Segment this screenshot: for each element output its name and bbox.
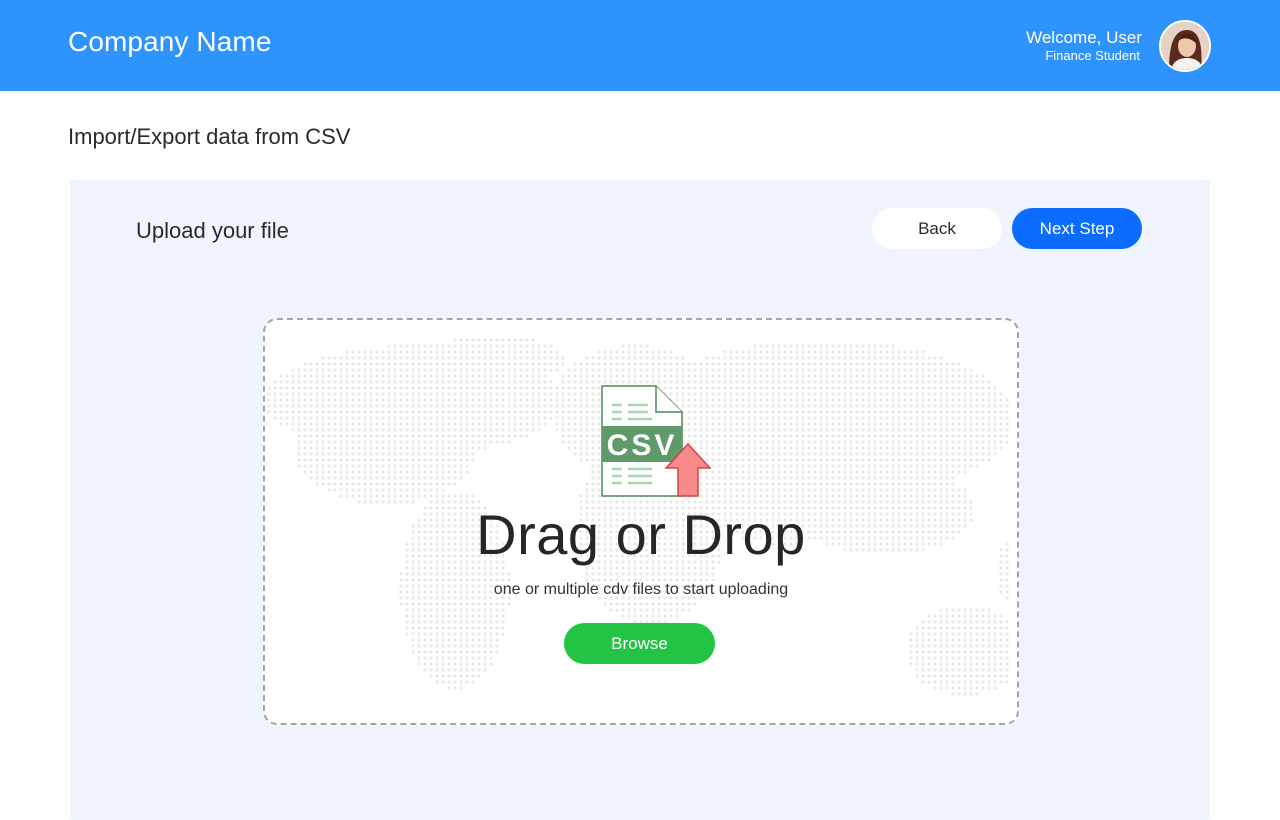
next-step-button[interactable]: Next Step: [1012, 208, 1142, 249]
top-header: Company Name Welcome, User Finance Stude…: [0, 0, 1280, 91]
csv-badge-text: CSV: [607, 429, 678, 462]
panel-title: Upload your file: [136, 218, 289, 243]
drop-subtitle: one or multiple cdv files to start uploa…: [493, 581, 789, 598]
csv-file-icon: CSV: [601, 385, 712, 497]
page-title: Import/Export data from CSV: [68, 124, 351, 149]
brand-name[interactable]: Company Name: [68, 26, 272, 58]
avatar[interactable]: [1159, 20, 1211, 72]
drop-title: Drag or Drop: [476, 503, 806, 566]
user-role: Finance Student: [1045, 48, 1140, 63]
drop-zone[interactable]: CSV Drag or Drop one or multiple cdv fil…: [263, 318, 1019, 725]
back-button[interactable]: Back: [872, 208, 1002, 249]
welcome-text: Welcome, User: [1026, 28, 1142, 47]
browse-button[interactable]: Browse: [564, 623, 715, 664]
avatar-image: [1161, 22, 1209, 70]
upload-panel: Upload your file Back Next Step CSV Drag…: [70, 180, 1210, 820]
user-info: Welcome, User Finance Student: [1026, 27, 1142, 64]
